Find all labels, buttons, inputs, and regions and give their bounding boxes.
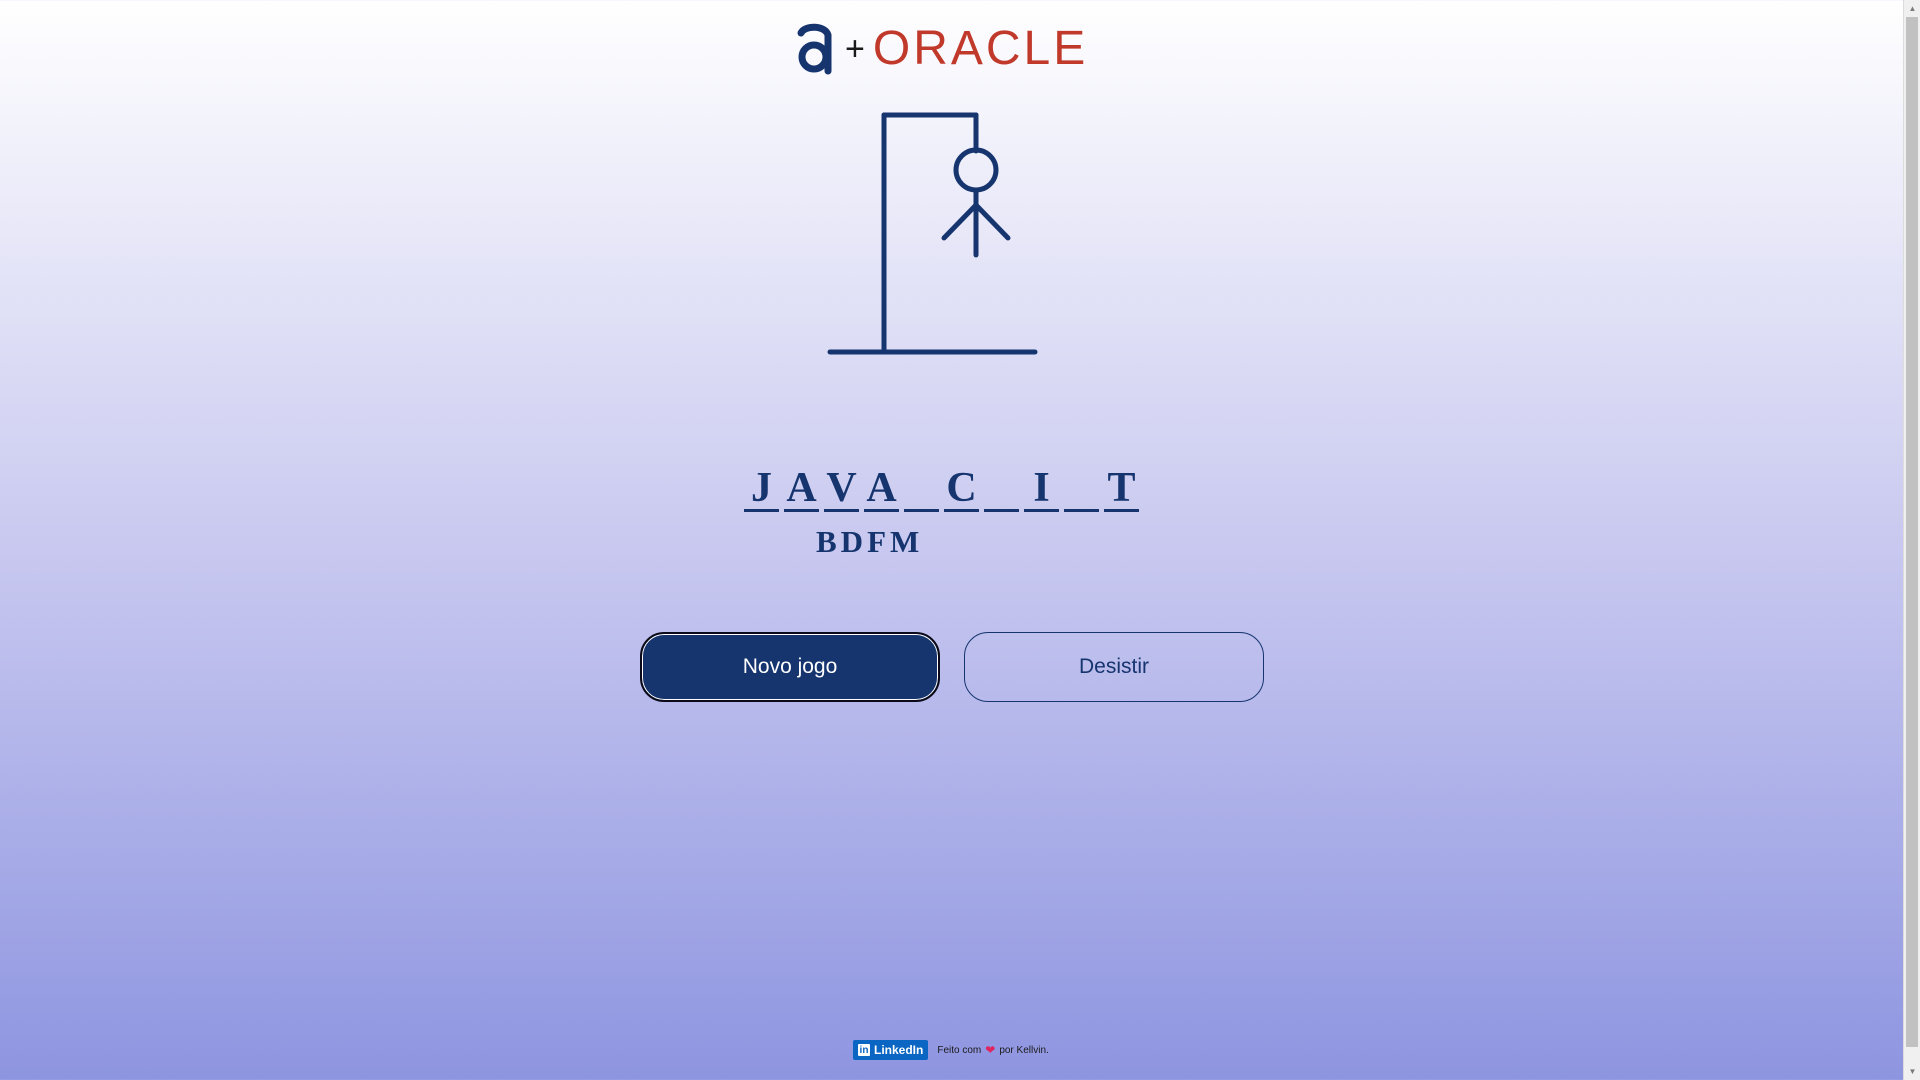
secret-word: JAVACIT <box>744 466 1139 518</box>
hangman-left-arm <box>941 202 979 241</box>
heart-icon: ❤ <box>985 1043 996 1057</box>
scroll-thumb[interactable] <box>1906 17 1918 1047</box>
page: + ORACLE JAVACIT BDFM Novo jogo Desistir… <box>0 0 1903 1080</box>
vertical-scrollbar[interactable]: ▲ ▼ <box>1903 0 1920 1080</box>
letter-slot <box>1064 466 1099 512</box>
letter-slot: A <box>784 466 819 512</box>
scroll-down-icon[interactable]: ▼ <box>1904 1063 1920 1080</box>
letter-slot: T <box>1104 466 1139 512</box>
hangman-drawing <box>827 112 1038 355</box>
scroll-up-icon[interactable]: ▲ <box>1904 0 1920 17</box>
footer: in LinkedIn Feito com ❤ por Kellvin. <box>853 1040 1049 1060</box>
oracle-wordmark: ORACLE <box>872 22 1089 75</box>
letter-slot: V <box>824 466 859 512</box>
letter-slot: J <box>744 466 779 512</box>
linkedin-icon: in <box>858 1044 870 1056</box>
alura-a-logo <box>797 23 832 75</box>
letter-slot: A <box>864 466 899 512</box>
made-with-text: Feito com <box>937 1044 982 1056</box>
letter-slot <box>984 466 1019 512</box>
letter-slot <box>904 466 939 512</box>
linkedin-label: LinkedIn <box>874 1043 924 1057</box>
letter-slot: C <box>944 466 979 512</box>
credit-text: Feito com ❤ por Kellvin. <box>937 1043 1048 1057</box>
linkedin-link[interactable]: in LinkedIn <box>853 1040 929 1060</box>
hangman-right-arm <box>973 202 1011 241</box>
brand-logo: + ORACLE <box>795 22 1105 76</box>
letter-slot: I <box>1024 466 1059 512</box>
author-text: por Kellvin. <box>999 1044 1049 1056</box>
give-up-button[interactable]: Desistir <box>964 632 1264 702</box>
hangman-head <box>953 147 999 193</box>
new-game-button[interactable]: Novo jogo <box>640 632 940 702</box>
wrong-letters: BDFM <box>816 524 924 559</box>
logo-plus: + <box>845 30 865 68</box>
